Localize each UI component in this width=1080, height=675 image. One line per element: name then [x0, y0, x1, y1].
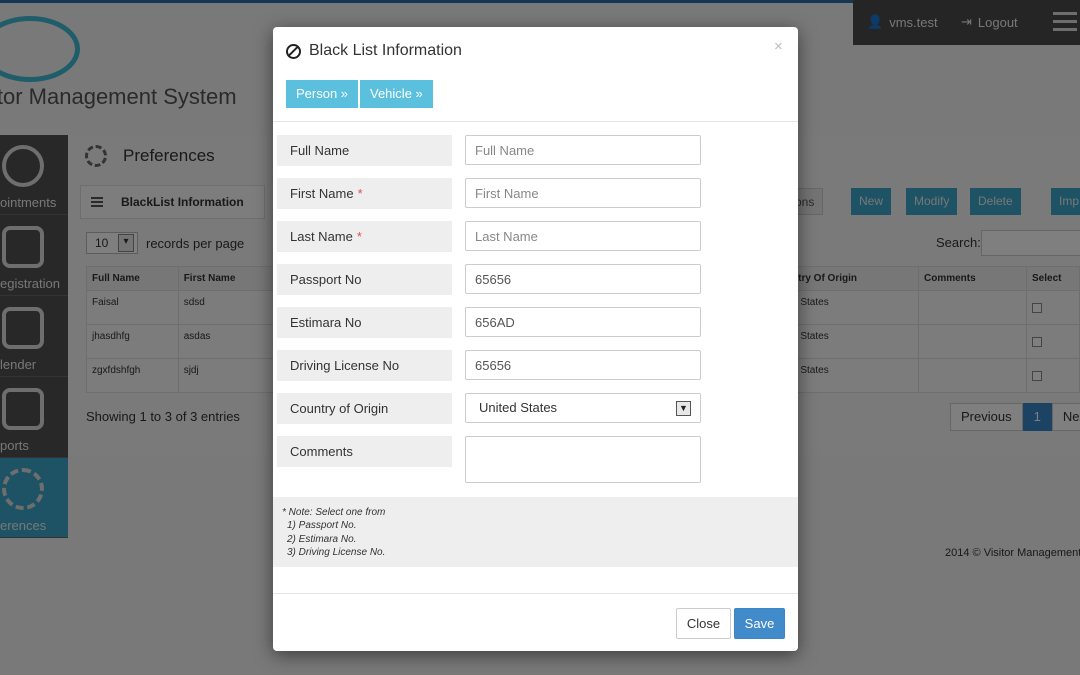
close-icon[interactable]: × [774, 38, 783, 55]
modal-header: Black List Information × Person » Vehicl… [273, 27, 798, 122]
label-text: Estimara No [290, 315, 362, 330]
chevron-down-icon: ▼ [676, 401, 691, 416]
label-text: Last Name [290, 229, 353, 244]
note-line: 3) Driving License No. [287, 546, 386, 558]
passport-input[interactable] [465, 264, 701, 294]
required-marker: * [356, 229, 362, 244]
comments-textarea[interactable] [465, 436, 701, 483]
tab-vehicle[interactable]: Vehicle » [360, 80, 433, 108]
country-select-value: United States [479, 400, 558, 415]
required-marker: * [357, 186, 363, 201]
last-name-label: Last Name * [277, 221, 452, 252]
label-text: Comments [290, 444, 353, 459]
close-button[interactable]: Close [676, 608, 731, 639]
modal-title: Black List Information [286, 42, 462, 60]
passport-row: Passport No [277, 264, 797, 295]
label-text: Passport No [290, 272, 362, 287]
license-input[interactable] [465, 350, 701, 380]
note-line: 2) Estimara No. [287, 533, 357, 545]
full-name-label: Full Name [277, 135, 452, 166]
last-name-input[interactable] [465, 221, 701, 251]
full-name-row: Full Name [277, 135, 797, 166]
label-text: Full Name [290, 143, 350, 158]
note-line: 1) Passport No. [287, 520, 357, 532]
ban-icon [286, 43, 301, 59]
save-button[interactable]: Save [734, 608, 785, 639]
first-name-input[interactable] [465, 178, 701, 208]
country-label: Country of Origin [277, 393, 452, 424]
passport-label: Passport No [277, 264, 452, 295]
label-text: Driving License No [290, 358, 400, 373]
note-box: * Note: Select one from 1) Passport No. … [273, 497, 798, 567]
country-select[interactable]: United States ▼ [465, 393, 701, 423]
blacklist-modal: Black List Information × Person » Vehicl… [273, 27, 798, 651]
estimara-label: Estimara No [277, 307, 452, 338]
first-name-label: First Name * [277, 178, 452, 209]
estimara-row: Estimara No [277, 307, 797, 338]
modal-title-text: Black List Information [309, 42, 462, 59]
estimara-input[interactable] [465, 307, 701, 337]
modal-footer: Close Save [273, 593, 798, 651]
comments-label: Comments [277, 436, 452, 467]
license-label: Driving License No [277, 350, 452, 381]
country-row: Country of Origin United States ▼ [277, 393, 797, 424]
full-name-input[interactable] [465, 135, 701, 165]
note-line: * Note: Select one from [282, 507, 386, 518]
license-row: Driving License No [277, 350, 797, 381]
tab-person[interactable]: Person » [286, 80, 359, 108]
first-name-row: First Name * [277, 178, 797, 209]
label-text: First Name [290, 186, 354, 201]
last-name-row: Last Name * [277, 221, 797, 252]
comments-row: Comments [277, 436, 797, 483]
label-text: Country of Origin [290, 401, 389, 416]
